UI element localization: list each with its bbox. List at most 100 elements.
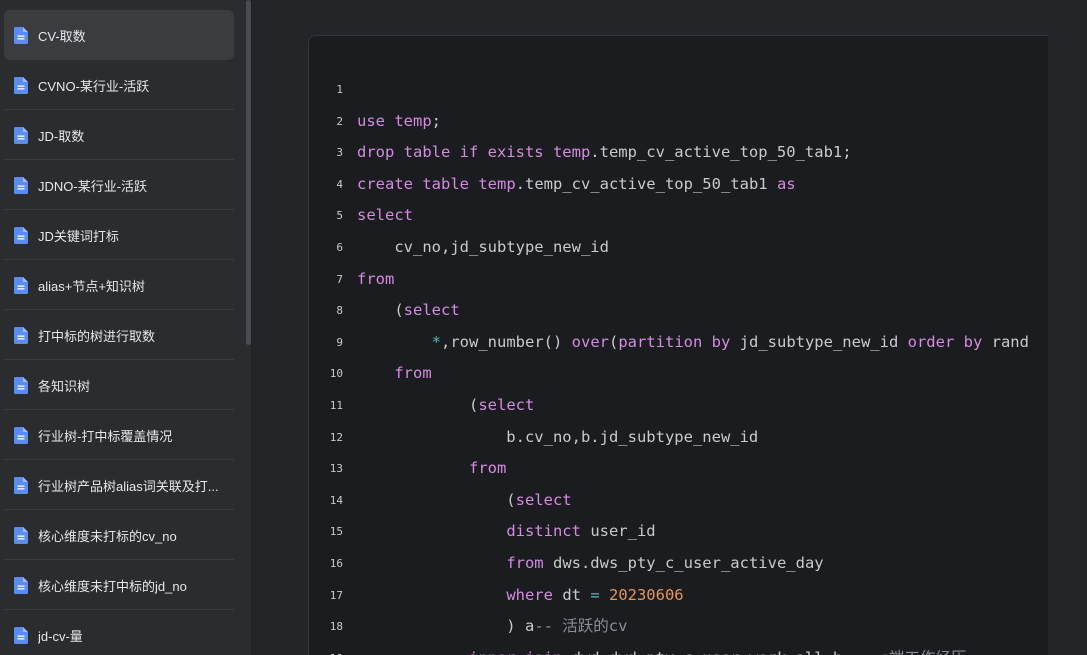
- sidebar-item[interactable]: 打中标的树进行取数: [4, 310, 234, 360]
- document-sidebar: CV-取数 CVNO-某行业-活跃 JD-取数 JDNO-某行业-活跃 JD关键词打标 a…: [0, 0, 244, 655]
- sidebar-item[interactable]: JD关键词打标: [4, 210, 234, 260]
- code-line: 9 *,row_number() over(partition by jd_su…: [309, 327, 1048, 358]
- code-text: *,row_number() over(partition by jd_subt…: [357, 327, 1029, 358]
- line-number: 7: [336, 272, 343, 286]
- code-token: (: [357, 301, 404, 320]
- code-text: ) a-- 活跃的cv: [357, 611, 627, 642]
- code-token: ,row_number(): [441, 332, 572, 351]
- document-icon: [14, 376, 28, 394]
- sidebar-item[interactable]: JDNO-某行业-活跃: [4, 160, 234, 210]
- line-number: 11: [329, 399, 343, 412]
- sidebar-item-label: 行业树-打中标覆盖情况: [38, 428, 173, 444]
- sidebar-item-label: alias+节点+知识树: [38, 278, 145, 294]
- line-number: 18: [329, 620, 343, 634]
- code-line: 4 create table temp.temp_cv_active_top_50…: [309, 169, 1048, 200]
- code-token: from: [506, 554, 553, 572]
- code-line: 5 select: [309, 200, 1048, 231]
- sidebar-item[interactable]: CVNO-某行业-活跃: [4, 60, 234, 110]
- code-token: dws.dws_pty_c_user_active_day: [552, 554, 824, 572]
- line-number: 17: [329, 588, 343, 602]
- code-token: order by: [907, 332, 992, 351]
- code-text: where dt = 20230606: [357, 580, 684, 611]
- code-line: 17 where dt = 20230606: [309, 580, 1048, 611]
- document-icon: [14, 326, 28, 344]
- code-line: 18 ) a-- 活跃的cv: [309, 611, 1048, 642]
- sidebar-item[interactable]: 核心维度未打中标的jd_no: [4, 560, 234, 610]
- code-token: rand: [991, 332, 1029, 351]
- sidebar-item-label: 各知识树: [38, 378, 91, 394]
- code-token: from: [357, 269, 395, 288]
- line-number: 9: [336, 335, 343, 349]
- code-token: b.cv_no,b.jd_subtype_new_id: [357, 427, 759, 446]
- code-text: b.cv_no,b.jd_subtype_new_id: [357, 422, 758, 453]
- sidebar-item[interactable]: 各知识树: [4, 360, 234, 410]
- sidebar-item[interactable]: JD-取数: [4, 110, 234, 160]
- code-token: .temp_cv_active_top_50_tab1: [515, 174, 777, 193]
- code-token: partition by: [618, 332, 740, 351]
- code-line: 2 use temp;: [309, 106, 1048, 137]
- code-token: use: [357, 111, 395, 130]
- line-number: 3: [336, 146, 343, 160]
- line-number: 10: [329, 367, 343, 381]
- line-number: 4: [336, 177, 343, 191]
- document-icon: [14, 76, 28, 94]
- code-token: distinct: [506, 522, 591, 541]
- code-token: inner join: [469, 649, 572, 655]
- code-text: select: [357, 200, 413, 231]
- code-block[interactable]: 1 2 use temp; 3 drop table if exists temp .te…: [308, 35, 1048, 655]
- code-line: 7 from: [309, 264, 1048, 295]
- sidebar-item[interactable]: alias+节点+知识树: [4, 260, 234, 310]
- document-icon: [14, 276, 28, 294]
- line-number: 15: [329, 525, 343, 539]
- code-text: cv_no,jd_subtype_new_id: [357, 232, 609, 263]
- line-number: 19: [309, 643, 343, 655]
- code-line: 1: [309, 74, 1048, 105]
- code-token: drop table if exists: [357, 143, 553, 162]
- code-line: 16 from dws.dws_pty_c_user_active_day: [309, 548, 1048, 579]
- line-number: 12: [329, 430, 343, 444]
- code-line: 14 (select: [309, 485, 1048, 516]
- code-token: over: [571, 332, 609, 351]
- document-icon: [14, 26, 28, 44]
- sidebar-item[interactable]: CV-取数: [4, 10, 234, 60]
- code-token: jd_subtype_new_id: [739, 332, 908, 351]
- sidebar-item-label: JD-取数: [38, 128, 85, 144]
- code-line: 19 inner join dwd.dwd_pty_c_user_work_al…: [309, 643, 1048, 655]
- sidebar-item[interactable]: 核心维度未打标的cv_no: [4, 510, 234, 560]
- code-token: temp: [394, 111, 432, 130]
- code-token: cv_no,jd_subtype_new_id: [357, 238, 609, 256]
- sidebar-item-label: 打中标的树进行取数: [38, 328, 156, 344]
- sidebar-item-label: 核心维度未打标的cv_no: [38, 528, 177, 544]
- code-token: from: [394, 364, 432, 383]
- code-token: as: [776, 174, 796, 193]
- document-icon: [14, 176, 28, 194]
- code-line: 15 distinct user_id: [309, 516, 1048, 547]
- document-icon: [14, 126, 28, 144]
- document-icon: [14, 426, 28, 444]
- code-token: 20230606: [608, 585, 684, 604]
- line-number: 14: [329, 493, 343, 507]
- code-token: select: [357, 206, 413, 225]
- code-text: (select: [357, 390, 534, 421]
- sidebar-item[interactable]: jd-cv-量: [4, 610, 234, 655]
- sidebar-item-label: 行业树产品树alias词关联及打...: [38, 478, 219, 494]
- code-token: user_id: [590, 522, 656, 541]
- code-text: (select: [357, 485, 572, 516]
- code-token: create table: [357, 174, 479, 193]
- code-line: 6 cv_no,jd_subtype_new_id: [309, 232, 1048, 263]
- code-text: distinct user_id: [357, 516, 656, 547]
- line-number: 1: [336, 83, 343, 96]
- code-token: select: [515, 490, 572, 509]
- line-number: 16: [329, 557, 343, 570]
- line-number: 8: [336, 304, 343, 318]
- sidebar-item-label: JDNO-某行业-活跃: [38, 178, 148, 194]
- code-line: 3 drop table if exists temp.temp_cv_activ…: [309, 137, 1048, 168]
- sidebar-item[interactable]: 行业树-打中标覆盖情况: [4, 410, 234, 460]
- sidebar-item[interactable]: 行业树产品树alias词关联及打...: [4, 460, 234, 510]
- document-icon: [14, 226, 28, 244]
- code-token: select: [478, 396, 535, 414]
- code-text: from: [357, 264, 394, 295]
